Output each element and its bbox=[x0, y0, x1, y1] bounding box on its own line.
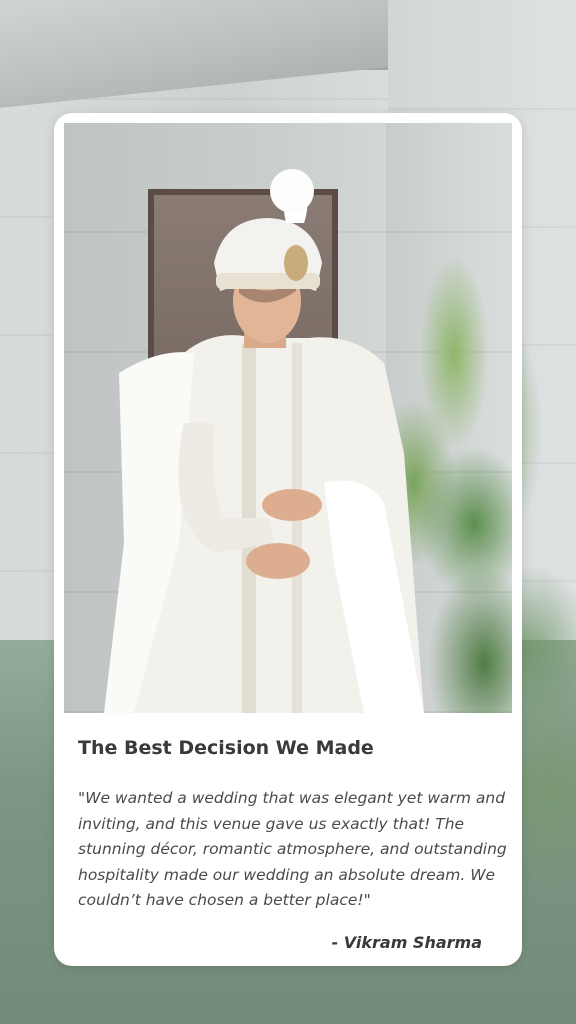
groom-photo bbox=[64, 123, 512, 713]
testimonial-card: The Best Decision We Made "We wanted a w… bbox=[54, 113, 522, 966]
testimonial-quote: "We wanted a wedding that was elegant ye… bbox=[78, 789, 507, 909]
testimonial-author: - Vikram Sharma bbox=[331, 933, 482, 952]
testimonial-title: The Best Decision We Made bbox=[78, 737, 374, 759]
groom-figure bbox=[104, 169, 424, 713]
